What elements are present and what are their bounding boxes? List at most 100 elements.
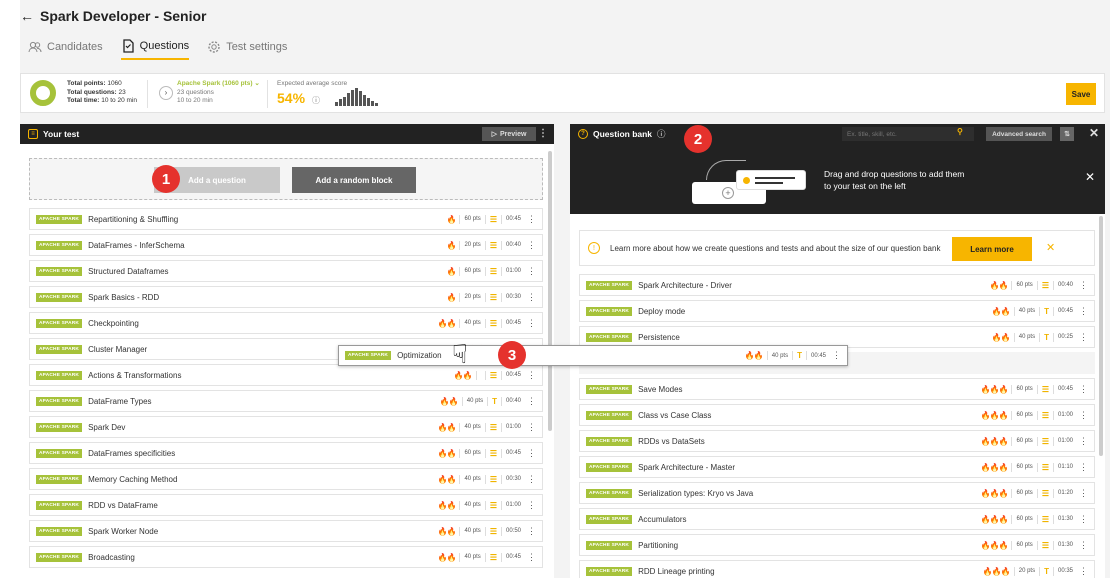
question-row[interactable]: APACHE SPARK Partitioning 🔥🔥🔥 60 pts ☰ 01:30 ⋮ xyxy=(579,534,1095,556)
more-options-icon[interactable]: ⋮ xyxy=(538,128,548,139)
more-options-icon[interactable]: ⋮ xyxy=(527,448,536,459)
tab-questions[interactable]: Questions xyxy=(120,38,190,60)
question-row[interactable]: APACHE SPARK RDD vs DataFrame 🔥🔥 40 pts ☰ 01:… xyxy=(29,494,543,516)
more-options-icon[interactable]: ⋮ xyxy=(527,266,536,277)
close-icon[interactable]: ✕ xyxy=(1046,241,1055,254)
more-options-icon[interactable]: ⋮ xyxy=(1079,280,1088,291)
dragging-question-row[interactable]: APACHE SPARK Optimization 🔥🔥 40 pts T 00:45 ⋮ xyxy=(338,345,848,366)
question-row[interactable]: APACHE SPARK Spark Worker Node 🔥🔥 40 pts ☰ 00… xyxy=(29,520,543,542)
more-options-icon[interactable]: ⋮ xyxy=(1079,540,1088,551)
divider xyxy=(1039,332,1041,342)
info-icon[interactable]: ⓘ xyxy=(657,128,666,140)
question-row[interactable]: APACHE SPARK Spark Basics - RDD 🔥 20 pts ☰ 00… xyxy=(29,286,543,308)
sort-icon[interactable]: ⇅ xyxy=(1060,127,1074,141)
points-value: 40 pts xyxy=(464,476,481,482)
document-icon xyxy=(123,39,134,53)
more-options-icon[interactable]: ⋮ xyxy=(1079,566,1088,577)
question-row[interactable]: APACHE SPARK Accumulators 🔥🔥🔥 60 pts ☰ 01:30 ⋮ xyxy=(579,508,1095,530)
question-row[interactable]: APACHE SPARK Checkpointing 🔥🔥 40 pts ☰ 00:45 ⋮ xyxy=(29,312,543,334)
question-row[interactable]: APACHE SPARK Deploy mode 🔥🔥 40 pts T 00:45 ⋮ xyxy=(579,300,1095,322)
more-options-icon[interactable]: ⋮ xyxy=(527,474,536,485)
info-icon[interactable]: ⓘ xyxy=(312,95,320,106)
question-row[interactable]: APACHE SPARK DataFrames - InferSchema 🔥 20 … xyxy=(29,234,543,256)
more-options-icon[interactable]: ⋮ xyxy=(1079,436,1088,447)
more-options-icon[interactable]: ⋮ xyxy=(1079,306,1088,317)
time-value: 00:40 xyxy=(505,398,521,404)
more-options-icon[interactable]: ⋮ xyxy=(527,292,536,303)
skill-summary[interactable]: Apache Spark (1060 pts) ⌄ 23 questions 1… xyxy=(177,80,260,106)
more-options-icon[interactable]: ⋮ xyxy=(527,370,536,381)
scrollbar[interactable] xyxy=(1099,216,1103,456)
more-options-icon[interactable]: ⋮ xyxy=(832,350,841,361)
question-row[interactable]: APACHE SPARK Spark Architecture - Master 🔥… xyxy=(579,456,1095,478)
question-row[interactable]: APACHE SPARK Broadcasting 🔥🔥 40 pts ☰ 00:45 ⋮ xyxy=(29,546,543,568)
question-title: Save Modes xyxy=(638,384,683,394)
time-value: 01:30 xyxy=(1057,516,1073,522)
divider xyxy=(459,240,461,250)
more-options-icon[interactable]: ⋮ xyxy=(1079,488,1088,499)
divider xyxy=(484,448,486,458)
question-row[interactable]: APACHE SPARK DataFrames specificities 🔥🔥 60… xyxy=(29,442,543,464)
drag-drop-text: Drag and drop questions to add them to y… xyxy=(824,168,964,192)
difficulty-flame-icon: 🔥🔥 xyxy=(437,422,457,432)
time-value: 01:20 xyxy=(1057,490,1073,496)
question-row[interactable]: APACHE SPARK Class vs Case Class 🔥🔥🔥 60 pts… xyxy=(579,404,1095,426)
histogram-bar xyxy=(363,95,366,106)
search-input[interactable] xyxy=(842,127,974,141)
save-button[interactable]: Save xyxy=(1066,83,1096,105)
add-random-block-button[interactable]: Add a random block xyxy=(292,167,416,193)
question-title: Spark Dev xyxy=(88,422,126,432)
question-meta: 🔥🔥🔥 60 pts ☰ 01:00 ⋮ xyxy=(981,410,1088,421)
line-decoration xyxy=(755,182,783,184)
question-row[interactable]: APACHE SPARK DataFrame Types 🔥🔥 40 pts T 00:4… xyxy=(29,390,543,412)
more-options-icon[interactable]: ⋮ xyxy=(527,318,536,329)
question-row[interactable]: APACHE SPARK RDDs vs DataSets 🔥🔥🔥 60 pts ☰ 01… xyxy=(579,430,1095,452)
chevron-right-icon[interactable]: › xyxy=(159,86,173,100)
histogram-bar xyxy=(339,99,342,106)
text-icon: T xyxy=(1044,332,1049,342)
more-options-icon[interactable]: ⋮ xyxy=(1079,332,1088,343)
more-options-icon[interactable]: ⋮ xyxy=(527,500,536,511)
divider xyxy=(484,500,486,510)
difficulty-flame-icon: 🔥🔥🔥 xyxy=(982,566,1011,576)
skill-tag: APACHE SPARK xyxy=(36,526,83,536)
tab-test-settings[interactable]: Test settings xyxy=(207,38,287,60)
points-value: 60 pts xyxy=(464,216,481,222)
divider xyxy=(500,292,502,302)
question-meta: 🔥🔥 40 pts ☰ 00:45 ⋮ xyxy=(438,318,536,329)
back-arrow-icon[interactable]: ← xyxy=(20,8,34,24)
advanced-search-button[interactable]: Advanced search xyxy=(986,127,1052,141)
question-row[interactable]: APACHE SPARK Spark Architecture - Driver 🔥… xyxy=(579,274,1095,296)
skill-tag: APACHE SPARK xyxy=(36,214,83,224)
points-value: 60 pts xyxy=(1016,386,1033,392)
question-row[interactable]: APACHE SPARK Memory Caching Method 🔥🔥 40 pt… xyxy=(29,468,543,490)
question-row[interactable]: APACHE SPARK Save Modes 🔥🔥🔥 60 pts ☰ 00:45 ⋮ xyxy=(579,378,1095,400)
divider xyxy=(1013,306,1015,316)
scrollbar[interactable] xyxy=(548,151,552,431)
close-banner-icon[interactable]: ✕ xyxy=(1085,170,1095,184)
tab-candidates[interactable]: Candidates xyxy=(28,38,103,60)
more-options-icon[interactable]: ⋮ xyxy=(527,240,536,251)
more-options-icon[interactable]: ⋮ xyxy=(527,552,536,563)
question-row[interactable]: APACHE SPARK Serialization types: Kryo vs… xyxy=(579,482,1095,504)
close-icon[interactable]: ✕ xyxy=(1089,126,1099,140)
question-row[interactable]: APACHE SPARK Structured Dataframes 🔥 60 pts… xyxy=(29,260,543,282)
time-value: 00:45 xyxy=(505,372,521,378)
more-options-icon[interactable]: ⋮ xyxy=(527,526,536,537)
more-options-icon[interactable]: ⋮ xyxy=(1079,384,1088,395)
more-options-icon[interactable]: ⋮ xyxy=(527,422,536,433)
tab-label: Candidates xyxy=(47,41,103,53)
list-icon: ≡ xyxy=(28,129,38,139)
more-options-icon[interactable]: ⋮ xyxy=(527,214,536,225)
more-options-icon[interactable]: ⋮ xyxy=(1079,462,1088,473)
question-row[interactable]: APACHE SPARK Spark Dev 🔥🔥 40 pts ☰ 01:00 ⋮ xyxy=(29,416,543,438)
more-options-icon[interactable]: ⋮ xyxy=(1079,410,1088,421)
learn-more-button[interactable]: Learn more xyxy=(952,237,1032,261)
more-options-icon[interactable]: ⋮ xyxy=(1079,514,1088,525)
search-icon[interactable]: ⚲ xyxy=(957,127,963,136)
preview-button[interactable]: ▷ Preview xyxy=(482,127,536,141)
question-row[interactable]: APACHE SPARK Repartitioning & Shuffling 🔥 6… xyxy=(29,208,543,230)
divider xyxy=(766,351,768,360)
more-options-icon[interactable]: ⋮ xyxy=(527,396,536,407)
question-row[interactable]: APACHE SPARK RDD Lineage printing 🔥🔥🔥 20 pt… xyxy=(579,560,1095,578)
